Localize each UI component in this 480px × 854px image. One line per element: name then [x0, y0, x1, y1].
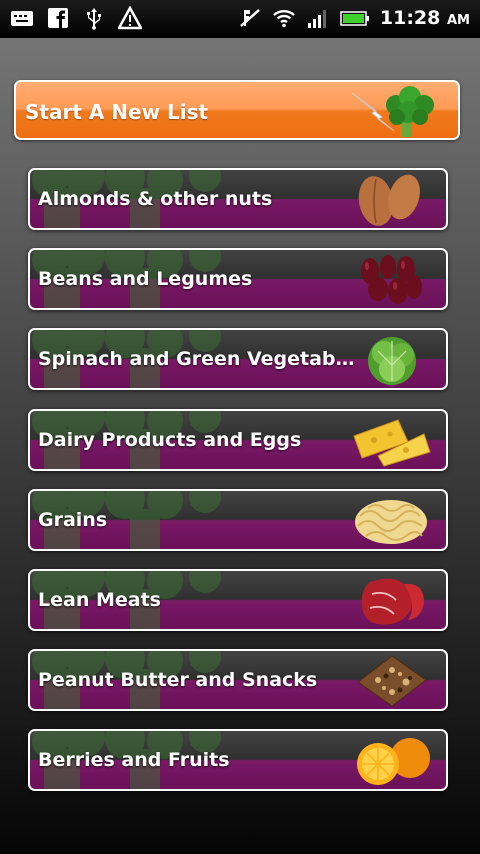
- start-new-list-button[interactable]: Start A New List: [14, 80, 460, 140]
- category-label: Almonds & other nuts: [38, 188, 273, 210]
- category-fruits-button[interactable]: Berries and Fruits: [28, 729, 448, 792]
- steak-icon: [361, 578, 424, 625]
- category-dairy-button[interactable]: Dairy Products and Eggs: [28, 408, 448, 471]
- broccoli-icon: [351, 86, 434, 137]
- usb-icon: [87, 8, 101, 30]
- warning-icon: [118, 6, 142, 30]
- status-bar: 11:28 AM: [0, 0, 480, 38]
- lettuce-icon: [368, 337, 416, 386]
- category-label: Grains: [38, 508, 108, 531]
- keyboard-icon: [11, 11, 33, 26]
- category-almonds-button[interactable]: Almonds & other nuts: [28, 168, 448, 230]
- orange-icon: [357, 738, 430, 786]
- category-label: Dairy Products and Eggs: [38, 428, 302, 451]
- category-meats-button[interactable]: Lean Meats: [28, 568, 448, 631]
- silent-icon: [240, 9, 260, 27]
- category-label: Peanut Butter and Snacks: [38, 669, 318, 692]
- category-spinach-button[interactable]: Spinach and Green Vegetab…: [28, 328, 448, 391]
- category-label: Berries and Fruits: [38, 749, 230, 772]
- wifi-icon: [273, 10, 295, 28]
- almonds-icon: [358, 174, 420, 226]
- category-grains-button[interactable]: Grains: [28, 488, 448, 551]
- beans-icon: [361, 255, 422, 305]
- category-list: Almonds & other nuts Beans and Legumes S…: [28, 168, 448, 810]
- granola-bar-icon: [357, 655, 427, 707]
- battery-icon: [340, 11, 369, 26]
- signal-icon: [307, 10, 326, 28]
- category-beans-button[interactable]: Beans and Legumes: [28, 248, 448, 311]
- category-label: Lean Meats: [38, 588, 161, 611]
- start-new-list-label: Start A New List: [25, 100, 209, 124]
- facebook-icon: [48, 8, 68, 28]
- category-label: Beans and Legumes: [38, 268, 253, 291]
- clock: 11:28 AM: [379, 7, 470, 29]
- cheese-icon: [353, 418, 431, 467]
- category-snacks-button[interactable]: Peanut Butter and Snacks: [28, 649, 448, 712]
- category-label: Spinach and Green Vegetab…: [38, 348, 355, 371]
- pasta-icon: [355, 499, 427, 544]
